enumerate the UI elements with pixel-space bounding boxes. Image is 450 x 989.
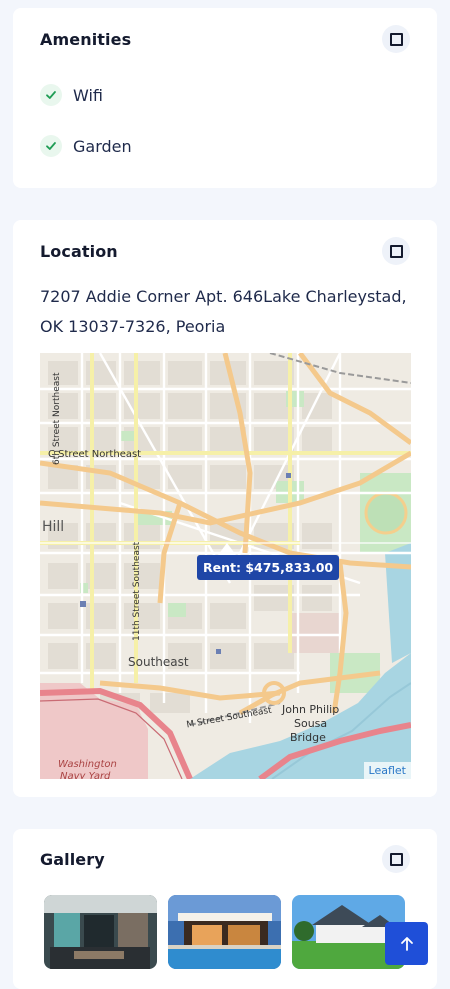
location-map[interactable]: 6th Street Northeast C Street Northeast … xyxy=(40,353,411,779)
amenities-title: Amenities xyxy=(40,29,132,49)
gallery-card: Gallery xyxy=(13,829,437,989)
gallery-thumbnails xyxy=(44,895,405,969)
map-label-c-street: C Street Northeast xyxy=(48,449,142,460)
map-label-southeast: Southeast xyxy=(128,655,189,669)
amenities-header: Amenities xyxy=(40,25,410,53)
map-marker-pointer xyxy=(218,543,236,555)
square-icon xyxy=(389,32,403,46)
amenities-card: Amenities Wifi Garden xyxy=(13,8,437,188)
square-icon xyxy=(389,852,403,866)
map-label-bridge-line2: Sousa xyxy=(294,717,328,730)
check-icon xyxy=(40,135,62,157)
gallery-header: Gallery xyxy=(40,845,410,873)
map-label-hill: Hill xyxy=(42,519,65,535)
location-header: Location xyxy=(40,237,410,265)
map-attribution-link[interactable]: Leaflet xyxy=(363,762,411,779)
location-toggle-button[interactable] xyxy=(382,237,410,265)
gallery-image-interior[interactable] xyxy=(44,895,157,969)
property-address: 7207 Addie Corner Apt. 646Lake Charleyst… xyxy=(40,287,407,336)
gallery-title: Gallery xyxy=(40,849,105,869)
check-icon xyxy=(40,84,62,106)
map-price-marker[interactable]: Rent: $475,833.00 xyxy=(197,555,340,580)
amenity-item-garden: Garden xyxy=(40,135,132,157)
amenity-label: Garden xyxy=(73,136,132,156)
scroll-to-top-button[interactable] xyxy=(385,922,428,965)
amenities-toggle-button[interactable] xyxy=(382,25,410,53)
square-icon xyxy=(389,244,403,258)
location-title: Location xyxy=(40,241,118,261)
gallery-image-pool-house[interactable] xyxy=(168,895,281,969)
gallery-toggle-button[interactable] xyxy=(382,845,410,873)
map-label-bridge-line3: Bridge xyxy=(290,731,326,744)
map-label-11th-street: 11th Street Southeast xyxy=(132,541,142,641)
arrow-up-icon xyxy=(400,936,413,951)
location-card: Location 7207 Addie Corner Apt. 646Lake … xyxy=(13,220,437,797)
map-label-navy-yard-line2: Navy Yard xyxy=(60,771,111,779)
amenity-item-wifi: Wifi xyxy=(40,84,103,106)
map-label-bridge-line1: John Philip xyxy=(282,703,340,716)
map-label-navy-yard-line1: Washington xyxy=(58,759,117,770)
amenity-label: Wifi xyxy=(73,85,103,105)
